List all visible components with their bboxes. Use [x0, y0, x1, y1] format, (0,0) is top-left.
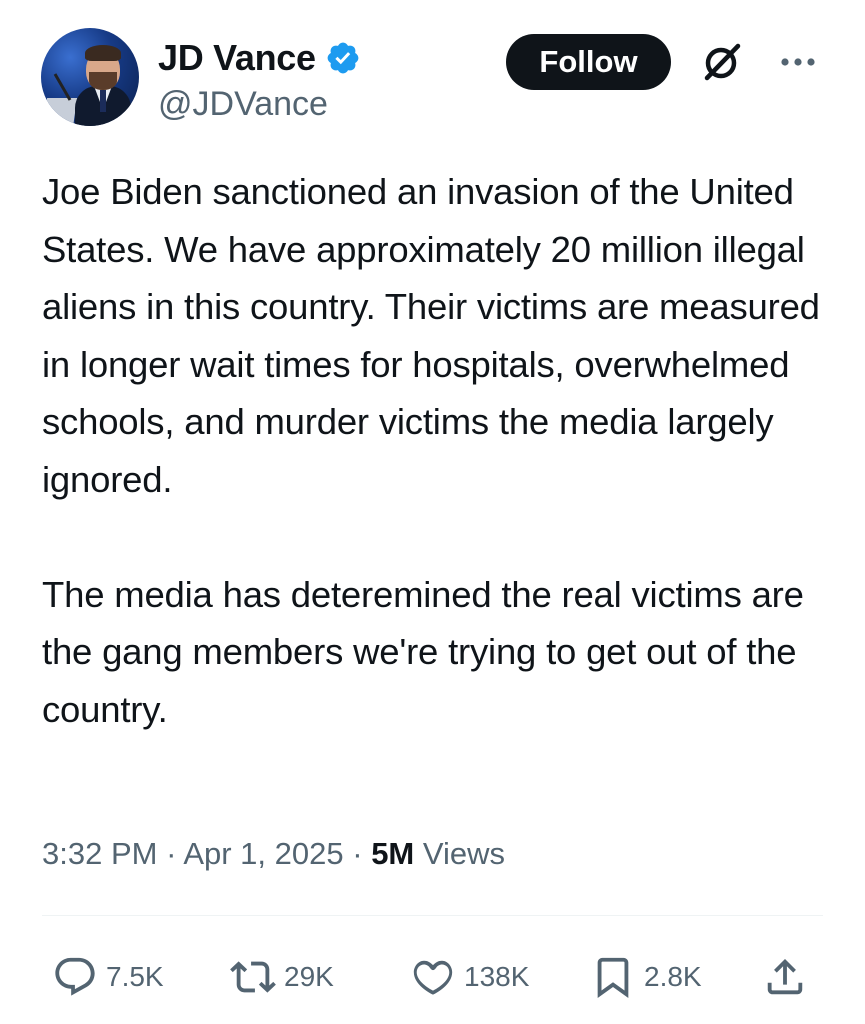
- tweet-time[interactable]: 3:32 PM: [42, 836, 157, 871]
- like-icon: [413, 960, 453, 995]
- more-options-icon[interactable]: [776, 44, 820, 80]
- verified-badge-icon: [327, 42, 359, 74]
- views-count[interactable]: 5M: [371, 836, 414, 871]
- tweet-paragraph: The media has deteremined the real victi…: [42, 573, 804, 730]
- like-button[interactable]: 138K: [410, 952, 529, 1002]
- author-handle[interactable]: @JDVance: [158, 84, 328, 124]
- avatar[interactable]: [41, 28, 139, 126]
- share-button[interactable]: [762, 952, 808, 1002]
- avatar-podium: [42, 98, 78, 126]
- tweet-date[interactable]: Apr 1, 2025: [183, 836, 343, 871]
- bookmark-count: 2.8K: [644, 961, 702, 992]
- reply-icon: [55, 957, 95, 996]
- avatar-tie: [100, 90, 106, 112]
- follow-button[interactable]: Follow: [506, 34, 671, 90]
- repost-button[interactable]: 29K: [230, 952, 334, 1002]
- divider: [42, 915, 823, 916]
- author-name[interactable]: JD Vance: [158, 38, 316, 78]
- like-count: 138K: [464, 961, 530, 992]
- meta-separator: ·: [352, 836, 363, 871]
- share-icon: [767, 958, 803, 995]
- tweet-text: Joe Biden sanctioned an invasion of the …: [42, 163, 832, 738]
- reply-button[interactable]: 7.5K: [52, 952, 164, 1002]
- reply-count: 7.5K: [106, 961, 164, 992]
- tweet-meta: 3:32 PM · Apr 1, 2025 · 5M Views: [42, 832, 505, 876]
- bookmark-button[interactable]: 2.8K: [590, 952, 702, 1002]
- repost-count: 29K: [284, 961, 334, 992]
- grok-icon[interactable]: [700, 40, 744, 84]
- avatar-beard: [89, 72, 117, 90]
- avatar-hair: [85, 45, 121, 61]
- meta-separator: ·: [166, 836, 177, 871]
- avatar-microphone: [53, 73, 72, 101]
- tweet-paragraph: Joe Biden sanctioned an invasion of the …: [42, 171, 820, 500]
- views-label[interactable]: Views: [423, 836, 505, 871]
- bookmark-icon: [597, 957, 629, 998]
- author-name-row: JD Vance: [158, 38, 361, 78]
- repost-icon: [230, 961, 276, 993]
